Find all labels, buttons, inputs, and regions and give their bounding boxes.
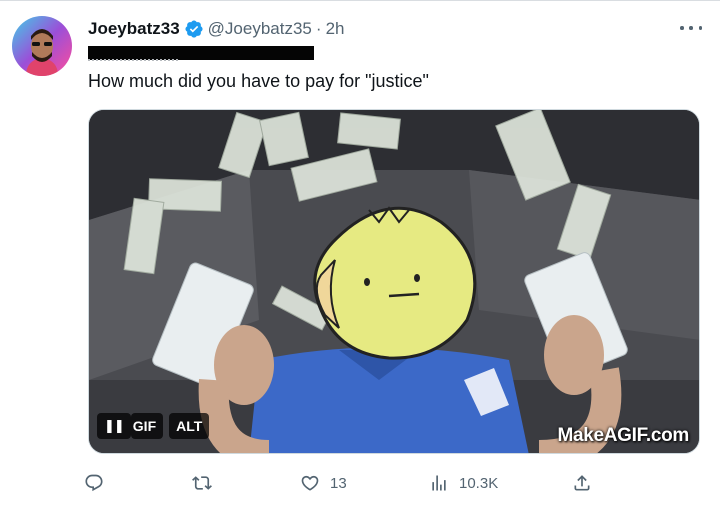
tweet-card[interactable]: Joeybatz33 @Joeybatz35 · 2h How much did… <box>0 0 720 510</box>
gif-media[interactable]: ❚❚ GIF ALT MakeAGIF.com <box>88 109 700 454</box>
gif-controls: ❚❚ GIF ALT <box>97 411 210 441</box>
redaction-bar <box>88 46 314 60</box>
like-count: 13 <box>330 474 347 492</box>
retweet-button[interactable] <box>192 469 222 497</box>
action-bar: 13 10.3K <box>84 469 604 497</box>
pause-button[interactable]: ❚❚ <box>97 413 131 439</box>
like-button[interactable]: 13 <box>300 469 347 497</box>
share-icon <box>574 475 590 491</box>
reply-icon <box>85 474 103 492</box>
handle[interactable]: @Joeybatz35 <box>208 19 312 39</box>
verified-badge-icon[interactable] <box>184 19 204 39</box>
retweet-icon <box>192 476 212 490</box>
gif-frame <box>89 110 699 453</box>
avatar[interactable] <box>12 16 72 76</box>
more-options-icon[interactable] <box>680 18 702 38</box>
separator-dot: · <box>315 19 322 38</box>
gif-badge: GIF <box>130 413 164 439</box>
redacted-text-remnant <box>88 59 178 63</box>
like-icon <box>301 475 319 491</box>
reply-button[interactable] <box>84 469 114 497</box>
views-count: 10.3K <box>459 474 499 492</box>
views-icon <box>432 475 446 491</box>
share-button[interactable] <box>572 469 602 497</box>
post-header: Joeybatz33 @Joeybatz35 · 2h <box>88 17 344 41</box>
alt-text-button[interactable]: ALT <box>169 413 210 439</box>
post-text: How much did you have to pay for "justic… <box>88 71 429 91</box>
display-name[interactable]: Joeybatz33 <box>88 19 180 39</box>
views-button[interactable]: 10.3K <box>429 469 498 497</box>
timestamp[interactable]: 2h <box>326 19 345 39</box>
gif-watermark: MakeAGIF.com <box>557 425 689 446</box>
